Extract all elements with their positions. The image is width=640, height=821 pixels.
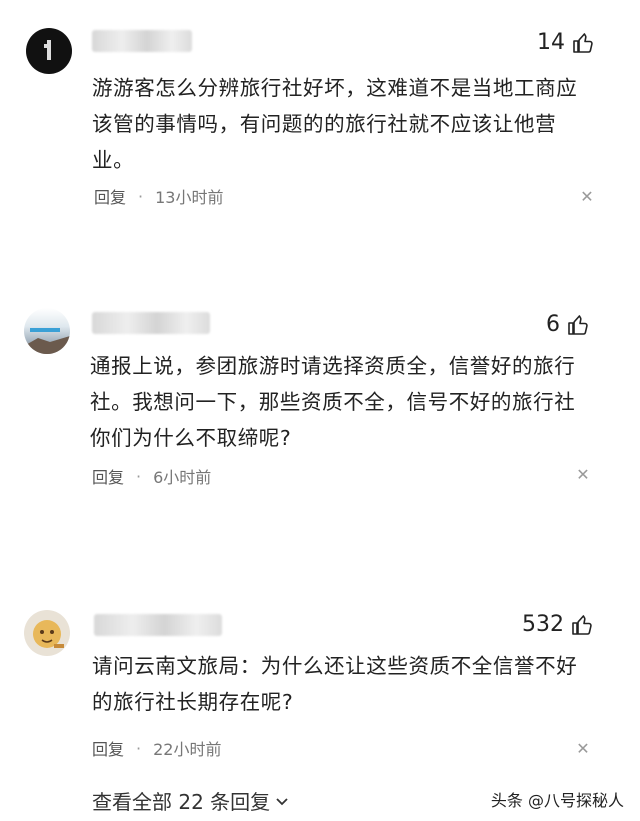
thumbs-up-icon[interactable] — [566, 313, 590, 337]
like-count-value: 532 — [522, 612, 564, 637]
username-blurred — [94, 614, 222, 636]
avatar[interactable] — [24, 610, 70, 656]
comment-time: 6小时前 — [153, 468, 212, 487]
comment-meta: 回复 · 6小时前 — [92, 464, 211, 488]
thumbs-up-icon[interactable] — [571, 31, 595, 55]
reply-button[interactable]: 回复 — [92, 464, 124, 488]
comment-time: 22小时前 — [153, 740, 222, 759]
avatar-logo-icon — [44, 40, 51, 60]
view-all-replies-label: 查看全部 22 条回复 — [92, 790, 271, 814]
like-count[interactable]: 14 — [537, 30, 595, 55]
comment-time: 13小时前 — [155, 188, 224, 207]
avatar-cartoon-icon — [33, 620, 64, 648]
avatar-landscape-icon — [24, 328, 70, 354]
username-blurred — [92, 312, 210, 334]
comment-text: 游游客怎么分辨旅行社好坏，这难道不是当地工商应该管的事情吗，有问题的的旅行社就不… — [92, 76, 578, 172]
close-icon[interactable]: ✕ — [576, 467, 590, 483]
separator-dot: · — [136, 738, 142, 758]
comment-item: 532 请问云南文旅局：为什么还让这些资质不全信誉不好的旅行社长期存在呢? 回复… — [0, 600, 640, 780]
chevron-down-icon — [276, 797, 288, 805]
watermark: 头条 @八号探秘人 — [486, 785, 628, 813]
like-count-value: 6 — [546, 312, 560, 337]
username-blurred — [92, 30, 192, 52]
reply-button[interactable]: 回复 — [92, 736, 124, 760]
comment-meta: 回复 · 22小时前 — [92, 736, 221, 760]
reply-button[interactable]: 回复 — [94, 184, 126, 208]
comment-text: 请问云南文旅局：为什么还让这些资质不全信誉不好的旅行社长期存在呢? — [92, 654, 578, 714]
separator-dot: · — [138, 186, 144, 206]
thumbs-up-icon[interactable] — [570, 613, 594, 637]
avatar[interactable] — [26, 28, 72, 74]
comment-meta: 回复 · 13小时前 — [94, 184, 223, 208]
separator-dot: · — [136, 466, 142, 486]
comment-item: 14 游游客怎么分辨旅行社好坏，这难道不是当地工商应该管的事情吗，有问题的的旅行… — [0, 0, 640, 260]
like-count[interactable]: 532 — [522, 612, 594, 637]
view-all-replies-link[interactable]: 查看全部 22 条回复 — [92, 786, 290, 815]
close-icon[interactable]: ✕ — [576, 741, 590, 757]
like-count[interactable]: 6 — [546, 312, 590, 337]
like-count-value: 14 — [537, 30, 565, 55]
comment-text: 通报上说，参团旅游时请选择资质全，信誉好的旅行社。我想问一下，那些资质不全，信号… — [90, 354, 576, 450]
close-icon[interactable]: ✕ — [580, 189, 594, 205]
avatar[interactable] — [24, 308, 70, 354]
comment-item: 6 通报上说，参团旅游时请选择资质全，信誉好的旅行社。我想问一下，那些资质不全，… — [0, 290, 640, 550]
